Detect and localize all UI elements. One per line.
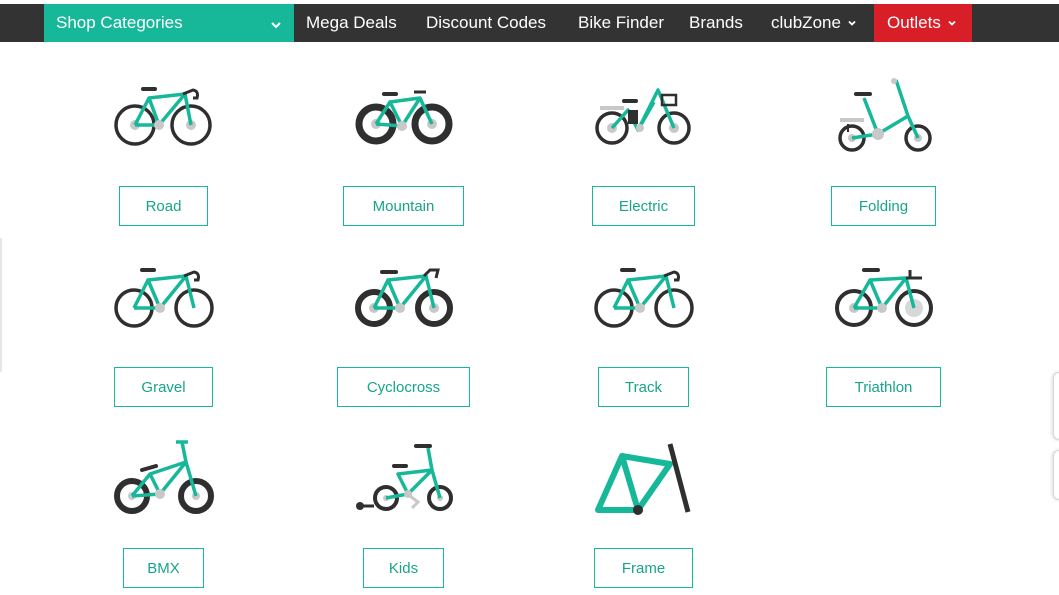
kids-bike-icon[interactable]	[354, 442, 454, 514]
triathlon-bike-icon[interactable]	[834, 264, 934, 330]
chevron-down-icon	[270, 16, 282, 36]
shop-categories-label: Shop Categories	[56, 13, 183, 32]
category-label: Folding	[858, 197, 909, 215]
nav-discount-codes[interactable]: Discount Codes	[426, 4, 546, 42]
bmx-bike-icon[interactable]	[114, 440, 214, 516]
mountain-bike-icon[interactable]	[354, 82, 454, 146]
category-kids-button[interactable]: Kids	[363, 548, 444, 588]
nav-brands[interactable]: Brands	[689, 4, 743, 42]
category-label: Gravel	[141, 378, 186, 396]
main-navbar: Shop Categories Mega Deals Discount Code…	[0, 4, 1059, 42]
gravel-bike-icon[interactable]	[114, 264, 214, 330]
track-bike-icon[interactable]	[594, 264, 694, 330]
shop-categories-menu[interactable]: Shop Categories	[44, 4, 294, 42]
category-gravel-button[interactable]: Gravel	[114, 367, 213, 407]
category-triathlon-button[interactable]: Triathlon	[826, 367, 941, 407]
nav-outlets[interactable]: Outlets	[874, 4, 972, 42]
category-label: Frame	[621, 559, 666, 577]
chevron-down-icon	[947, 18, 957, 28]
cyclocross-bike-icon[interactable]	[354, 264, 454, 330]
category-cyclocross-button[interactable]: Cyclocross	[337, 367, 470, 407]
nav-label: Outlets	[887, 13, 941, 32]
category-track-button[interactable]: Track	[598, 367, 689, 407]
category-folding-button[interactable]: Folding	[831, 186, 936, 226]
side-tab[interactable]	[1053, 450, 1059, 500]
left-edge-divider	[0, 238, 2, 372]
category-bmx-button[interactable]: BMX	[123, 548, 204, 588]
category-electric-button[interactable]: Electric	[592, 186, 695, 226]
category-label: Road	[145, 197, 182, 215]
nav-label: clubZone	[771, 13, 841, 32]
frame-icon[interactable]	[594, 440, 694, 518]
nav-mega-deals[interactable]: Mega Deals	[306, 4, 397, 42]
category-label: Kids	[388, 559, 419, 577]
category-road-button[interactable]: Road	[119, 186, 208, 226]
nav-label: Bike Finder	[578, 13, 664, 32]
category-label: Track	[625, 378, 662, 396]
nav-label: Discount Codes	[426, 13, 547, 32]
road-bike-icon[interactable]	[112, 82, 214, 148]
category-frame-button[interactable]: Frame	[594, 548, 693, 588]
category-label: Mountain	[372, 197, 435, 215]
category-label: Electric	[618, 197, 669, 215]
folding-bike-icon[interactable]	[834, 76, 934, 154]
nav-clubzone[interactable]: clubZone	[771, 4, 857, 42]
category-mountain-button[interactable]: Mountain	[343, 186, 464, 226]
nav-label: Mega Deals	[306, 13, 397, 32]
chevron-down-icon	[847, 18, 857, 28]
category-label: BMX	[147, 559, 180, 577]
nav-label: Brands	[689, 13, 743, 32]
electric-bike-icon[interactable]	[594, 84, 694, 148]
nav-bike-finder[interactable]: Bike Finder	[578, 4, 664, 42]
side-tab[interactable]	[1053, 372, 1059, 440]
category-label: Triathlon	[854, 378, 913, 396]
category-label: Cyclocross	[366, 378, 441, 396]
